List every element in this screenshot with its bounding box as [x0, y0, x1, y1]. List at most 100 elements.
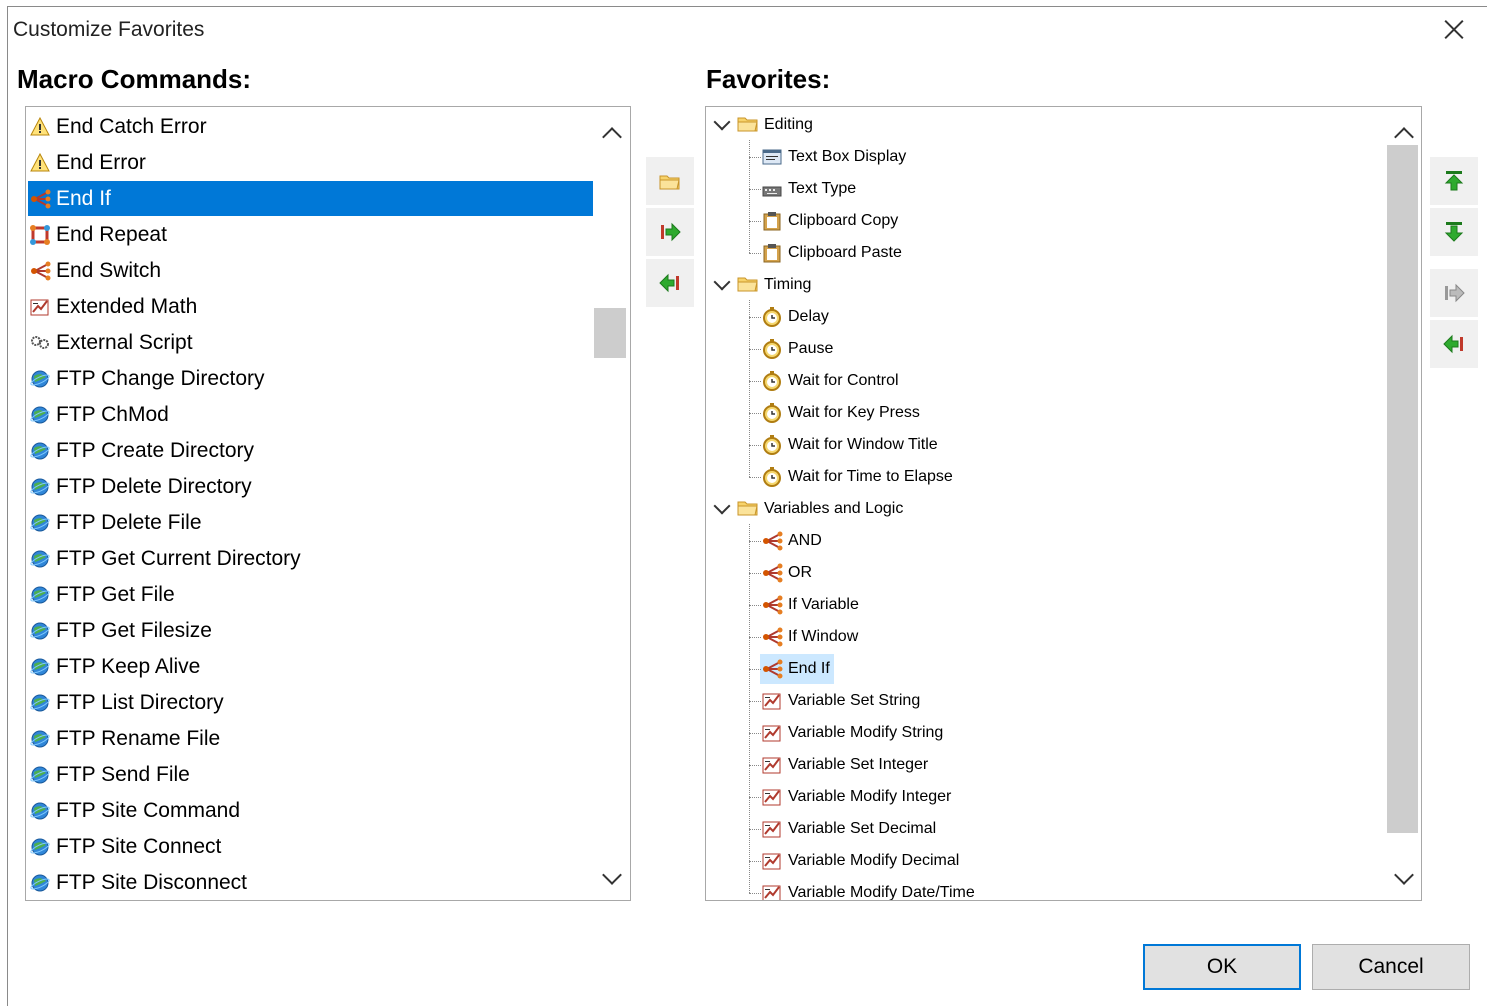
list-item[interactable]: FTP Delete Directory — [28, 469, 588, 504]
tree-item[interactable]: Wait for Key Press — [760, 398, 920, 428]
globe-icon — [29, 656, 51, 678]
list-item[interactable]: FTP ChMod — [28, 397, 588, 432]
tree-item[interactable]: Wait for Window Title — [760, 430, 938, 460]
list-item[interactable]: FTP List Directory — [28, 685, 588, 720]
tree-folder[interactable]: Editing — [712, 110, 813, 140]
tree-item[interactable]: If Variable — [760, 590, 859, 620]
scroll-up-icon[interactable] — [602, 125, 622, 147]
list-item[interactable]: End Error — [28, 145, 588, 180]
tree-folder-label: Variables and Logic — [764, 500, 904, 517]
right-scrollbar[interactable] — [1385, 107, 1421, 900]
tree-folder[interactable]: Timing — [712, 270, 811, 300]
outdent-icon — [1443, 334, 1463, 354]
move-up-button[interactable] — [1430, 157, 1478, 205]
tree-item[interactable]: Clipboard Paste — [760, 238, 902, 268]
scroll-up-icon[interactable] — [1394, 125, 1414, 147]
favorites-tree[interactable]: Editing Text Box Display Text Type Clipboar… — [705, 106, 1422, 901]
list-item[interactable]: FTP Change Directory — [28, 361, 588, 396]
scroll-thumb[interactable] — [1387, 145, 1418, 833]
move-down-button[interactable] — [1430, 208, 1478, 256]
list-item-label: FTP ChMod — [56, 402, 169, 426]
chevron-down-icon[interactable] — [713, 273, 731, 291]
script-icon — [29, 332, 51, 354]
tree-item-label: Wait for Key Press — [788, 404, 920, 421]
indent-icon — [1445, 283, 1465, 303]
tree-item[interactable]: Text Type — [760, 174, 856, 204]
add-to-favorites-button[interactable] — [646, 208, 694, 256]
tree-item[interactable]: AND — [760, 526, 822, 556]
list-item-label: FTP Get File — [56, 582, 175, 606]
tree-connector — [749, 477, 761, 478]
list-item[interactable]: External Script — [28, 325, 588, 360]
tree-item[interactable]: Variable Set Integer — [760, 750, 928, 780]
ok-button[interactable]: OK — [1143, 944, 1301, 990]
scroll-thumb[interactable] — [594, 308, 626, 358]
tree-item[interactable]: Variable Set Decimal — [760, 814, 936, 844]
list-item[interactable]: FTP Get File — [28, 577, 588, 612]
tree-item-label: End If — [788, 660, 830, 677]
tree-item-label: Variable Set String — [788, 692, 921, 709]
list-item[interactable]: FTP Get Filesize — [28, 613, 588, 648]
clipboard-icon — [761, 210, 783, 232]
tree-item[interactable]: End If — [760, 654, 834, 684]
scroll-down-icon[interactable] — [602, 865, 622, 885]
list-item[interactable]: End Switch — [28, 253, 588, 288]
close-icon[interactable] — [1436, 12, 1472, 48]
list-item[interactable]: FTP Create Directory — [28, 433, 588, 468]
tree-item[interactable]: Pause — [760, 334, 833, 364]
list-item[interactable]: End Repeat — [28, 217, 588, 252]
tree-folder[interactable]: Variables and Logic — [712, 494, 903, 524]
list-item-label: FTP Create Directory — [56, 438, 254, 462]
indent-button[interactable] — [1430, 269, 1478, 317]
list-item-label: FTP Get Current Directory — [56, 546, 301, 570]
tree-item[interactable]: Wait for Control — [760, 366, 899, 396]
list-item[interactable]: FTP Site Connect — [28, 829, 588, 864]
macro-commands-list[interactable]: End Catch Error End Error End If End Repeat… — [25, 106, 631, 901]
warning-icon — [29, 116, 51, 138]
tree-item-label: Wait for Control — [788, 372, 899, 389]
list-item-label: FTP Site Disconnect — [56, 870, 248, 894]
tree-item[interactable]: Variable Modify Date/Time — [760, 878, 975, 900]
tree-connector — [749, 317, 761, 318]
tree-folder-label: Timing — [764, 276, 812, 293]
tree-item[interactable]: Text Box Display — [760, 142, 906, 172]
list-item[interactable]: FTP Delete File — [28, 505, 588, 540]
outdent-button[interactable] — [1430, 320, 1478, 368]
tree-item[interactable]: Variable Modify Decimal — [760, 846, 959, 876]
tree-item[interactable]: Clipboard Copy — [760, 206, 898, 236]
list-item-label: FTP Send File — [56, 762, 190, 786]
list-item[interactable]: FTP Get Current Directory — [28, 541, 588, 576]
chevron-down-icon[interactable] — [713, 497, 731, 515]
new-folder-button[interactable] — [646, 157, 694, 205]
tree-item[interactable]: Variable Set String — [760, 686, 920, 716]
tree-item-label: Variable Modify Decimal — [788, 852, 960, 869]
branch-icon — [761, 530, 783, 552]
tree-connector — [749, 253, 761, 254]
tree-item[interactable]: If Window — [760, 622, 858, 652]
tree-item[interactable]: Variable Modify String — [760, 718, 943, 748]
list-item[interactable]: FTP Site Disconnect — [28, 865, 588, 900]
tree-item[interactable]: Delay — [760, 302, 829, 332]
list-item[interactable]: Extended Math — [28, 289, 588, 324]
tree-connector — [749, 541, 761, 542]
math-icon — [761, 882, 783, 900]
list-item[interactable]: FTP Site Command — [28, 793, 588, 828]
remove-from-favorites-button[interactable] — [646, 259, 694, 307]
math-icon — [761, 818, 783, 840]
list-item[interactable]: End If — [28, 181, 593, 216]
globe-icon — [29, 692, 51, 714]
left-scrollbar[interactable] — [594, 107, 628, 900]
list-item[interactable]: FTP Rename File — [28, 721, 588, 756]
macro-commands-header: Macro Commands: — [17, 64, 252, 94]
cancel-button[interactable]: Cancel — [1312, 944, 1470, 990]
list-item[interactable]: End Catch Error — [28, 109, 588, 144]
tree-item[interactable]: OR — [760, 558, 812, 588]
tree-item[interactable]: Wait for Time to Elapse — [760, 462, 953, 492]
list-item[interactable]: FTP Keep Alive — [28, 649, 588, 684]
tree-item[interactable]: Variable Modify Integer — [760, 782, 951, 812]
list-item-label: FTP Delete File — [56, 510, 202, 534]
scroll-down-icon[interactable] — [1394, 865, 1414, 885]
chevron-down-icon[interactable] — [713, 113, 731, 131]
branch-icon — [761, 626, 783, 648]
list-item[interactable]: FTP Send File — [28, 757, 588, 792]
